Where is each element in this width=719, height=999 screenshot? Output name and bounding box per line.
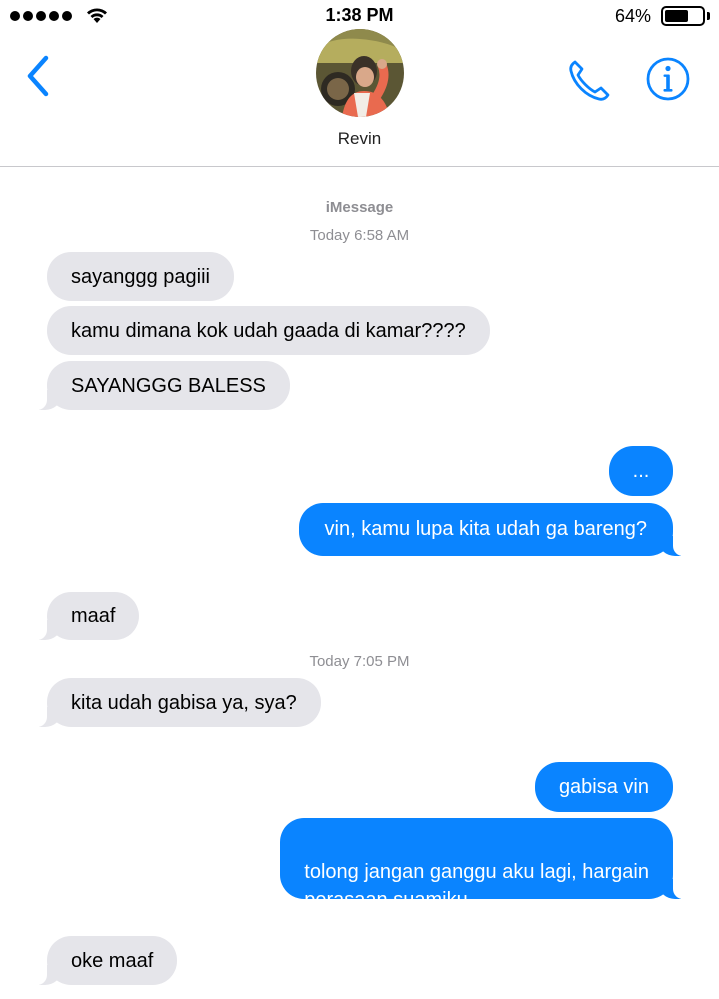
incoming-message-bubble[interactable]: SAYANGGG BALESS xyxy=(35,361,290,410)
message-text: sayanggg pagiii xyxy=(71,266,210,288)
incoming-message-bubble[interactable]: maaf xyxy=(34,592,140,640)
conversation-header: Revin xyxy=(0,29,719,167)
status-time: 1:38 PM xyxy=(325,5,394,25)
message-text: SAYANGGG BALESS xyxy=(71,375,266,397)
message-text: oke maaf xyxy=(71,950,154,972)
message-text: kamu dimana kok udah gaada di kamar???? xyxy=(71,320,466,342)
message-text: maaf xyxy=(71,605,116,627)
incoming-message-bubble[interactable]: kamu dimana kok udah gaada di kamar???? xyxy=(47,306,490,355)
outgoing-message-bubble[interactable]: gabisa vin xyxy=(534,762,673,812)
service-label: iMessage xyxy=(325,199,394,216)
battery-percentage: 64% xyxy=(614,6,651,26)
chevron-left-icon[interactable] xyxy=(22,52,54,100)
contact-name[interactable]: Revin xyxy=(0,129,719,149)
message-text: ... xyxy=(632,460,650,482)
status-bar: 1:38 PM 64% xyxy=(0,0,719,32)
incoming-message-bubble[interactable]: kita udah gabisa ya, sya? xyxy=(35,678,321,727)
contact-avatar[interactable] xyxy=(316,29,404,117)
message-text: vin, kamu lupa kita udah ga bareng? xyxy=(324,518,647,540)
message-text: tolong jangan ganggu aku lagi, hargain p… xyxy=(304,861,649,911)
timestamp: Today 7:05 PM xyxy=(309,653,410,670)
message-text: gabisa vin xyxy=(558,776,649,798)
outgoing-message-bubble[interactable]: tolong jangan ganggu aku lagi, hargain p… xyxy=(280,818,685,911)
battery-cap xyxy=(707,12,710,20)
timestamp: Today 6:58 AM xyxy=(309,227,410,244)
outgoing-message-bubble[interactable]: vin, kamu lupa kita udah ga bareng? xyxy=(298,503,686,556)
message-text: kita udah gabisa ya, sya? xyxy=(71,692,297,714)
incoming-message-bubble[interactable]: sayanggg pagiii xyxy=(47,252,234,301)
phone-icon[interactable] xyxy=(566,56,614,104)
battery-icon xyxy=(661,6,705,26)
battery-fill xyxy=(665,10,688,22)
info-icon[interactable] xyxy=(644,55,692,103)
outgoing-message-bubble[interactable]: ... xyxy=(609,446,673,496)
incoming-message-bubble[interactable]: oke maaf xyxy=(34,936,178,985)
